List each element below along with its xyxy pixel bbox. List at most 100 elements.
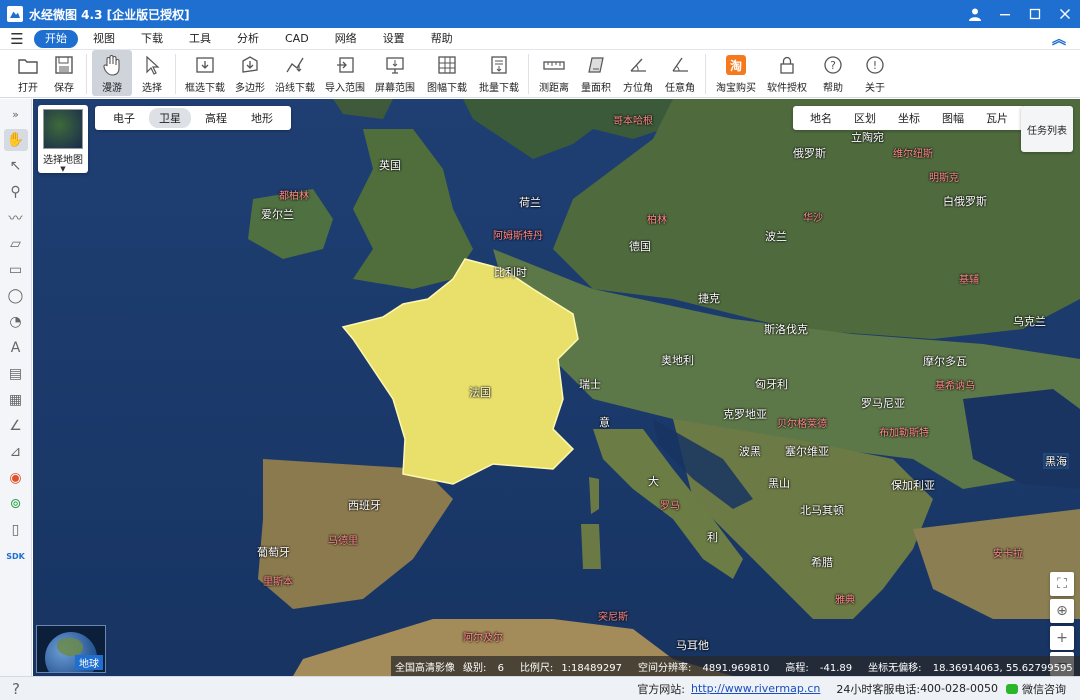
hamburger-menu-icon[interactable]: ☰ (0, 30, 34, 48)
text-tool-icon[interactable]: A (4, 337, 28, 359)
screen-range-button[interactable]: 屏幕范围 (371, 50, 419, 96)
close-button[interactable] (1050, 0, 1080, 28)
polyline-tool-icon[interactable]: 〰 (4, 207, 28, 229)
area-tool-icon[interactable]: ▦ (4, 389, 28, 411)
layer-tool-icon[interactable]: ◉ (4, 467, 28, 489)
circle-tool-icon[interactable]: ◯ (4, 285, 28, 307)
help-circle-icon[interactable]: ? (0, 680, 32, 698)
taobao-button[interactable]: 淘 淘宝购买 (711, 50, 761, 96)
sheet-download-button[interactable]: 图幅下载 (421, 50, 473, 96)
map-type-tabs: 电子 卫星 高程 地形 (95, 106, 291, 130)
map-view[interactable]: 爱尔兰 都柏林 英国 荷兰 阿姆斯特丹 比利时 法国 德国 柏林 波兰 华沙 哥… (33, 99, 1080, 676)
map-label-czech: 捷克 (698, 292, 720, 305)
select-map-button[interactable]: 选择地图 ▼ (38, 105, 88, 173)
map-label-serbia: 塞尔维亚 (785, 445, 829, 458)
map-label-bulgaria: 保加利亚 (891, 479, 935, 492)
tab-divisions[interactable]: 区划 (843, 108, 887, 128)
save-button[interactable]: 保存 (47, 50, 81, 96)
polygon-tool-icon[interactable]: ▱ (4, 233, 28, 255)
maximize-button[interactable] (1020, 0, 1050, 28)
pan-button[interactable]: 漫游 (92, 50, 132, 96)
globe-toggle[interactable]: 地球 (36, 625, 106, 673)
menu-cad[interactable]: CAD (274, 30, 320, 48)
pan-tool-icon[interactable]: ✋ (3, 129, 28, 151)
tab-coordinates[interactable]: 坐标 (887, 108, 931, 128)
left-toolstrip: » ✋ ↖ ⚲ 〰 ▱ ▭ ◯ ◔ A ▤ ▦ ∠ ⊿ ◉ ⊚ ▯ SDK (0, 99, 32, 676)
menu-analysis[interactable]: 分析 (226, 30, 270, 48)
menu-download[interactable]: 下载 (130, 30, 174, 48)
open-button[interactable]: 打开 (11, 50, 45, 96)
help-button[interactable]: ? 帮助 (813, 50, 853, 96)
tab-tiles[interactable]: 瓦片 (975, 108, 1019, 128)
line-download-button[interactable]: 沿线下载 (271, 50, 319, 96)
pin-tool-icon[interactable]: ⚲ (4, 181, 28, 203)
sector-tool-icon[interactable]: ◔ (4, 311, 28, 333)
map-label-germany: 德国 (629, 240, 651, 253)
polyline-icon (284, 54, 306, 76)
map-label-moldova: 摩尔多瓦 (923, 355, 967, 368)
box-download-button[interactable]: 框选下载 (181, 50, 229, 96)
hand-icon (101, 54, 123, 76)
title-bar: 水经微图 4.3 [企业版已授权] (0, 0, 1080, 28)
map-label-da: 大 (648, 475, 659, 488)
minimize-button[interactable] (990, 0, 1020, 28)
scale-tool-icon[interactable]: ⊿ (4, 441, 28, 463)
fullscreen-icon[interactable]: ⛶ (1050, 572, 1074, 596)
task-list-button[interactable]: 任务列表 (1021, 106, 1073, 152)
about-button[interactable]: ! 关于 (855, 50, 895, 96)
tab-electronic[interactable]: 电子 (103, 108, 145, 128)
menu-view[interactable]: 视图 (82, 30, 126, 48)
sdk-tool-icon[interactable]: SDK (4, 545, 28, 567)
angle-tool-icon[interactable]: ∠ (4, 415, 28, 437)
expand-panel-icon[interactable]: » (4, 103, 28, 125)
tab-terrain[interactable]: 地形 (241, 108, 283, 128)
menu-tools[interactable]: 工具 (178, 30, 222, 48)
svg-text:?: ? (830, 59, 836, 72)
license-button[interactable]: 软件授权 (763, 50, 811, 96)
measure-area-button[interactable]: 量面积 (576, 50, 616, 96)
map-label-kyiv: 基辅 (959, 275, 979, 286)
official-site-link[interactable]: http://www.rivermap.cn (691, 682, 820, 695)
ribbon-toolbar: 打开 保存 漫游 选择 框选下载 多边形 沿线下载 导入范围 屏幕范围 图幅下载… (0, 50, 1080, 98)
user-icon[interactable] (960, 0, 990, 28)
map-scale: 1:18489297 (561, 662, 622, 674)
tab-elevation[interactable]: 高程 (195, 108, 237, 128)
map-label-turkey: 安卡拉 (993, 549, 1023, 560)
measure-distance-button[interactable]: 测距离 (534, 50, 574, 96)
zoom-in-button[interactable]: + (1050, 626, 1074, 650)
menu-settings[interactable]: 设置 (372, 30, 416, 48)
elevation: -41.89 (819, 662, 853, 674)
tab-sheets[interactable]: 图幅 (931, 108, 975, 128)
device-tool-icon[interactable]: ▯ (4, 519, 28, 541)
map-label-belgium: 比利时 (494, 266, 527, 279)
link-tool-icon[interactable]: ⊚ (4, 493, 28, 515)
info-icon: ! (864, 54, 886, 76)
map-label-italy: 意 (599, 416, 610, 429)
tab-place-names[interactable]: 地名 (799, 108, 843, 128)
status-bar: ? 官方网站: http://www.rivermap.cn 24小时客服电话:… (0, 676, 1080, 700)
imagery-source: 全国高清影像 (395, 662, 455, 674)
tab-satellite[interactable]: 卫星 (149, 108, 191, 128)
measure-tool-icon[interactable]: ▤ (4, 363, 28, 385)
select-tool-icon[interactable]: ↖ (4, 155, 28, 177)
menu-help[interactable]: 帮助 (420, 30, 464, 48)
map-label-poland: 波兰 (765, 230, 787, 243)
rectangle-tool-icon[interactable]: ▭ (4, 259, 28, 281)
import-range-button[interactable]: 导入范围 (321, 50, 369, 96)
collapse-ribbon-icon[interactable]: ︽ (1052, 29, 1066, 49)
map-label-vilnius: 维尔纽斯 (893, 149, 933, 160)
map-label-croatia: 克罗地亚 (723, 408, 767, 421)
azimuth-button[interactable]: 方位角 (618, 50, 658, 96)
polygon-button[interactable]: 多边形 (231, 50, 269, 96)
map-label-rome: 罗马 (660, 501, 680, 512)
taobao-icon: 淘 (725, 54, 747, 76)
cursor-coordinates: 18.36914063, 55.62799595 (932, 662, 1073, 674)
menu-start[interactable]: 开始 (34, 29, 78, 48)
batch-download-button[interactable]: 批量下载 (475, 50, 523, 96)
menu-network[interactable]: 网络 (324, 30, 368, 48)
any-angle-button[interactable]: 任意角 (660, 50, 700, 96)
select-button[interactable]: 选择 (134, 50, 170, 96)
zoom-level: 6 (497, 662, 504, 674)
locate-icon[interactable]: ⊕ (1050, 599, 1074, 623)
wechat-consult-link[interactable]: 微信咨询 (1022, 681, 1066, 697)
